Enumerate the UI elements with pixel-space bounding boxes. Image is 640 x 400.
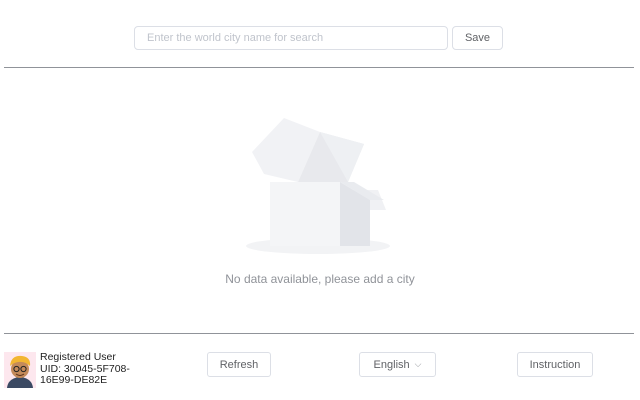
language-label: English bbox=[373, 358, 410, 371]
chevron-down-icon: ⌵ bbox=[414, 359, 422, 369]
refresh-button[interactable]: Refresh bbox=[207, 352, 271, 377]
city-search-input[interactable] bbox=[134, 26, 448, 50]
user-info: Registered User UID: 30045-5F708- 16E99-… bbox=[4, 351, 154, 390]
user-role: Registered User bbox=[40, 351, 116, 363]
instruction-button[interactable]: Instruction bbox=[517, 352, 593, 377]
empty-state-message: No data available, please add a city bbox=[225, 272, 415, 286]
user-uid-line2: 16E99-DE82E bbox=[40, 374, 108, 386]
empty-box-icon bbox=[246, 118, 390, 254]
language-select[interactable]: English ⌵ bbox=[359, 352, 436, 377]
top-divider bbox=[4, 67, 634, 68]
save-button[interactable]: Save bbox=[452, 26, 503, 50]
avatar bbox=[4, 352, 36, 388]
bottom-divider bbox=[4, 333, 634, 334]
